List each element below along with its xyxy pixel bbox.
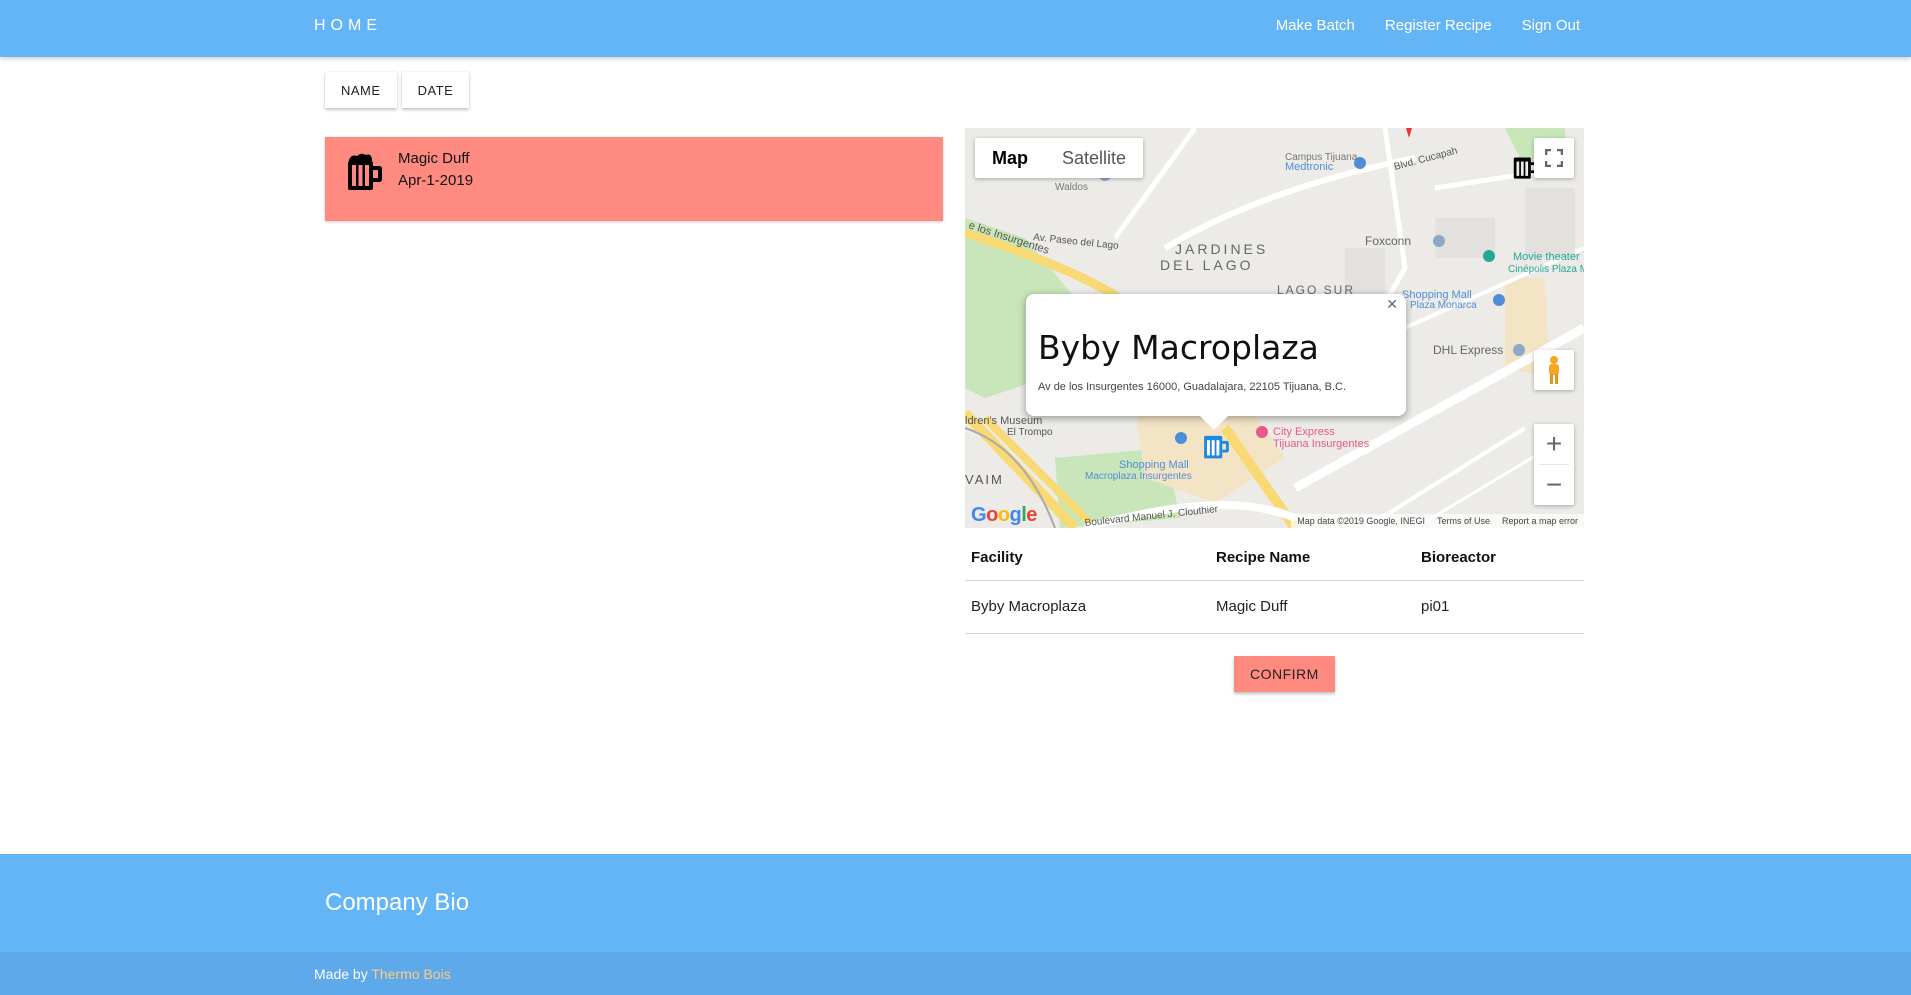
header-facility: Facility: [965, 536, 1210, 581]
navbar: HOME Make Batch Register Recipe Sign Out: [0, 0, 1911, 57]
beer-mug-icon: [348, 153, 382, 190]
map-label-medtronic: Medtronic: [1285, 161, 1334, 173]
fullscreen-button[interactable]: [1534, 138, 1574, 178]
beer-marker-icon[interactable]: [1199, 430, 1231, 462]
fullscreen-icon: [1545, 149, 1563, 167]
map-data-credit: Map data ©2019 Google, INEGI: [1297, 516, 1425, 526]
map-label-waldos: Waldos: [1055, 182, 1088, 193]
sort-bar: NAME DATE: [325, 72, 470, 108]
zoom-control: + −: [1534, 424, 1574, 505]
google-logo: Google: [971, 504, 1037, 526]
info-window-close-icon[interactable]: ✕: [1386, 296, 1398, 313]
sort-by-name-button[interactable]: NAME: [325, 72, 397, 108]
map-attribution: Map data ©2019 Google, INEGI Terms of Us…: [1291, 514, 1584, 528]
cell-facility: Byby Macroplaza: [965, 580, 1210, 634]
map[interactable]: Campus Tijuana Medtronic Blvd. Cucapah W…: [965, 128, 1584, 528]
map-type-satellite-button[interactable]: Satellite: [1045, 138, 1143, 178]
terms-of-use-link[interactable]: Terms of Use: [1437, 516, 1490, 526]
map-label-movie: Movie theater: [1513, 251, 1580, 263]
map-label-cinepolis: Cinépolis Plaza M: [1508, 264, 1584, 275]
map-label-plaza-monarca: Plaza Monarca: [1410, 300, 1477, 311]
header-recipe-name: Recipe Name: [1210, 536, 1415, 581]
map-type-map-button[interactable]: Map: [975, 138, 1045, 178]
table-row: Byby Macroplaza Magic Duff pi01: [965, 580, 1584, 634]
header-bioreactor: Bioreactor: [1415, 536, 1584, 581]
nav-sign-out[interactable]: Sign Out: [1522, 17, 1580, 34]
cell-recipe-name: Magic Duff: [1210, 580, 1415, 634]
nav-make-batch[interactable]: Make Batch: [1276, 17, 1355, 34]
map-label-cucapah: Blvd. Cucapah: [1393, 145, 1459, 172]
map-label-city-express: City Express: [1273, 426, 1335, 438]
map-label-museum: ldren's Museum: [965, 415, 1042, 427]
map-label-city-express-2: Tijuana Insurgentes: [1273, 438, 1370, 450]
map-label-waim: VAIM: [965, 472, 1004, 487]
zoom-out-button[interactable]: −: [1534, 465, 1574, 505]
pegman-icon: [1549, 356, 1559, 384]
thermo-bois-link[interactable]: Thermo Bois: [371, 966, 450, 982]
made-by-text: Made by Thermo Bois: [314, 966, 451, 982]
footer: Company Bio: [0, 854, 1911, 952]
footer-copyright: Made by Thermo Bois: [0, 952, 1911, 995]
cell-bioreactor: pi01: [1415, 580, 1584, 634]
map-info-window: ✕ Byby Macroplaza Av de los Insurgentes …: [1026, 294, 1406, 430]
batch-name: Magic Duff: [398, 150, 470, 167]
map-label-del-lago: DEL LAGO: [1160, 257, 1254, 273]
home-link[interactable]: HOME: [314, 17, 382, 35]
confirm-button[interactable]: CONFIRM: [1234, 656, 1335, 692]
map-label-dhl: DHL Express: [1433, 343, 1503, 357]
street-view-pegman[interactable]: [1534, 350, 1574, 390]
footer-title: Company Bio: [325, 889, 470, 916]
batch-table: Facility Recipe Name Bioreactor Byby Mac…: [965, 536, 1584, 634]
map-label-foxconn: Foxconn: [1365, 234, 1411, 248]
info-window-title: Byby Macroplaza: [1038, 328, 1319, 367]
map-label-trompo: El Trompo: [1007, 427, 1053, 438]
map-label-macroplaza: Macroplaza Insurgentes: [1085, 471, 1192, 482]
nav-register-recipe[interactable]: Register Recipe: [1385, 17, 1492, 34]
made-by-label: Made by: [314, 966, 372, 982]
zoom-in-button[interactable]: +: [1534, 424, 1574, 464]
info-window-address: Av de los Insurgentes 16000, Guadalajara…: [1038, 381, 1347, 393]
map-label-shopping-macro: Shopping Mall: [1119, 459, 1189, 471]
batch-date: Apr-1-2019: [398, 172, 474, 189]
nav-links: Make Batch Register Recipe Sign Out: [1276, 17, 1580, 34]
report-map-error-link[interactable]: Report a map error: [1502, 516, 1578, 526]
map-type-control: Map Satellite: [975, 138, 1144, 178]
batch-list-item[interactable]: Magic Duff Apr-1-2019: [325, 137, 943, 221]
map-label-jardines: JARDINES: [1175, 241, 1268, 257]
sort-by-date-button[interactable]: DATE: [401, 72, 470, 108]
table-header-row: Facility Recipe Name Bioreactor: [965, 536, 1584, 581]
